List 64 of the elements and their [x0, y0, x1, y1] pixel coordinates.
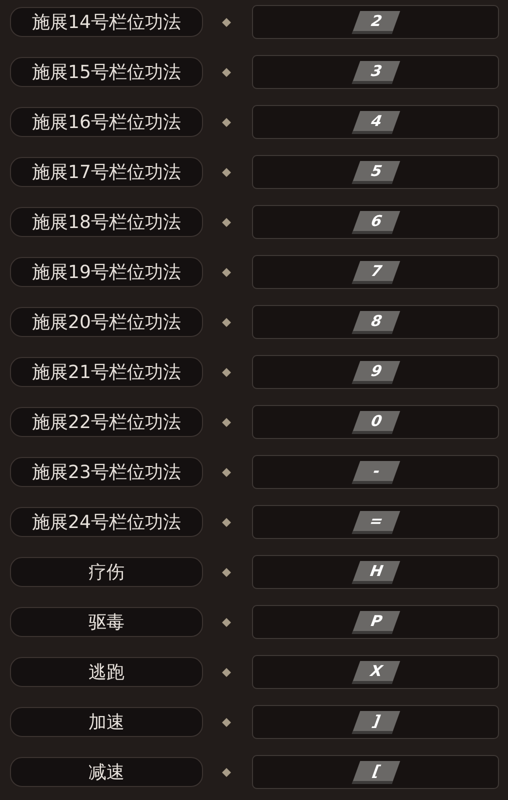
- diamond-icon: [222, 168, 231, 177]
- key-binding-field[interactable]: -: [252, 455, 499, 489]
- key-cap: 3: [351, 60, 400, 84]
- action-label: 施展18号栏位功法: [10, 207, 203, 237]
- key-cap: P: [351, 610, 400, 634]
- key-cap: =: [351, 510, 400, 534]
- action-label: 疗伤: [10, 557, 203, 587]
- action-label: 施展15号栏位功法: [10, 57, 203, 87]
- key-cap: 0: [351, 410, 400, 434]
- key-cap: X: [351, 660, 400, 684]
- action-label: 施展24号栏位功法: [10, 507, 203, 537]
- diamond-icon: [222, 68, 231, 77]
- diamond-icon: [222, 468, 231, 477]
- action-label: 施展20号栏位功法: [10, 307, 203, 337]
- key-binding-field[interactable]: 3: [252, 55, 499, 89]
- action-label: 施展19号栏位功法: [10, 257, 203, 287]
- action-label: 施展17号栏位功法: [10, 157, 203, 187]
- diamond-icon: [222, 268, 231, 277]
- action-label: 减速: [10, 757, 203, 787]
- key-cap: 9: [351, 360, 400, 384]
- key-binding-field[interactable]: =: [252, 505, 499, 539]
- key-cap: 8: [351, 310, 400, 334]
- action-label: 施展22号栏位功法: [10, 407, 203, 437]
- key-cap: -: [351, 460, 400, 484]
- key-cap: H: [351, 560, 400, 584]
- action-label: 施展16号栏位功法: [10, 107, 203, 137]
- key-binding-field[interactable]: 7: [252, 255, 499, 289]
- action-label: 施展21号栏位功法: [10, 357, 203, 387]
- diamond-icon: [222, 418, 231, 427]
- key-binding-field[interactable]: 9: [252, 355, 499, 389]
- key-binding-field[interactable]: 5: [252, 155, 499, 189]
- key-cap: 6: [351, 210, 400, 234]
- action-label: 加速: [10, 707, 203, 737]
- key-binding-field[interactable]: 8: [252, 305, 499, 339]
- key-cap: 7: [351, 260, 400, 284]
- diamond-icon: [222, 718, 231, 727]
- action-label: 施展14号栏位功法: [10, 7, 203, 37]
- action-label: 逃跑: [10, 657, 203, 687]
- key-cap: 4: [351, 110, 400, 134]
- key-cap: 2: [351, 10, 400, 34]
- diamond-icon: [222, 368, 231, 377]
- key-binding-field[interactable]: X: [252, 655, 499, 689]
- diamond-icon: [222, 318, 231, 327]
- key-binding-field[interactable]: 0: [252, 405, 499, 439]
- key-binding-field[interactable]: H: [252, 555, 499, 589]
- key-binding-field[interactable]: ]: [252, 705, 499, 739]
- diamond-icon: [222, 618, 231, 627]
- diamond-icon: [222, 668, 231, 677]
- key-binding-field[interactable]: 6: [252, 205, 499, 239]
- diamond-icon: [222, 518, 231, 527]
- key-cap: [: [351, 760, 400, 784]
- action-label: 施展23号栏位功法: [10, 457, 203, 487]
- diamond-icon: [222, 18, 231, 27]
- key-binding-field[interactable]: P: [252, 605, 499, 639]
- diamond-icon: [222, 218, 231, 227]
- key-binding-field[interactable]: [: [252, 755, 499, 789]
- key-binding-field[interactable]: 4: [252, 105, 499, 139]
- diamond-icon: [222, 568, 231, 577]
- diamond-icon: [222, 768, 231, 777]
- diamond-icon: [222, 118, 231, 127]
- key-binding-field[interactable]: 2: [252, 5, 499, 39]
- key-cap: ]: [351, 710, 400, 734]
- key-cap: 5: [351, 160, 400, 184]
- action-label: 驱毒: [10, 607, 203, 637]
